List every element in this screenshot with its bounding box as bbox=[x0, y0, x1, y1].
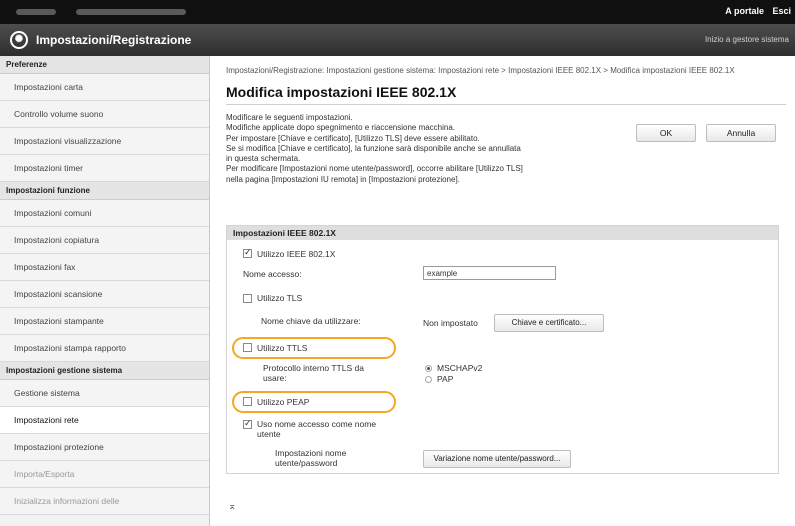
breadcrumb: Impostazioni/Registrazione: Impostazioni… bbox=[226, 66, 735, 75]
blurred-text bbox=[76, 9, 186, 15]
sidebar-item-printer[interactable]: Impostazioni stampante bbox=[0, 308, 209, 335]
user-pw-label-line: Impostazioni nome bbox=[275, 448, 347, 458]
sidebar: Preferenze Impostazioni carta Controllo … bbox=[0, 56, 210, 526]
key-name-label: Nome chiave da utilizzare: bbox=[261, 316, 361, 326]
blurred-text bbox=[16, 9, 56, 15]
description-line: Per impostare [Chiave e certificato], [U… bbox=[226, 133, 480, 143]
use-ttls-label: Utilizzo TTLS bbox=[257, 343, 308, 353]
cancel-button[interactable]: Annulla bbox=[706, 124, 776, 142]
sidebar-item-network[interactable]: Impostazioni rete bbox=[0, 407, 209, 434]
mschapv2-radio[interactable] bbox=[425, 365, 432, 372]
user-password-button[interactable]: Variazione nome utente/password... bbox=[423, 450, 571, 468]
sidebar-item-scan[interactable]: Impostazioni scansione bbox=[0, 281, 209, 308]
sidebar-item-security[interactable]: Impostazioni protezione bbox=[0, 434, 209, 461]
sidebar-item-system[interactable]: Gestione sistema bbox=[0, 380, 209, 407]
pap-radio[interactable] bbox=[425, 376, 432, 383]
description-line: in questa schermata. bbox=[226, 154, 301, 164]
key-name-value: Non impostato bbox=[423, 318, 478, 328]
page-title: Modifica impostazioni IEEE 802.1X bbox=[226, 84, 457, 100]
sidebar-item-timer[interactable]: Impostazioni timer bbox=[0, 155, 209, 182]
use-login-as-user-line: Uso nome accesso come nome bbox=[257, 419, 377, 429]
ok-button[interactable]: OK bbox=[636, 124, 696, 142]
login-name-label: Nome accesso: bbox=[243, 269, 302, 279]
sidebar-group-header: Preferenze bbox=[0, 56, 209, 74]
key-certificate-button[interactable]: Chiave e certificato... bbox=[494, 314, 604, 332]
use-tls-checkbox[interactable] bbox=[243, 294, 252, 303]
settings-logo-icon: ✺ bbox=[10, 31, 28, 49]
app-title: Impostazioni/Registrazione bbox=[36, 33, 192, 47]
mschapv2-label: MSCHAPv2 bbox=[437, 363, 483, 373]
use-login-as-user-checkbox[interactable] bbox=[243, 418, 252, 429]
use-login-as-user-label: Uso nome accesso come nome utente bbox=[257, 419, 376, 439]
sidebar-item-import-export[interactable]: Importa/Esporta bbox=[0, 461, 209, 488]
ttls-protocol-label-line: usare: bbox=[263, 373, 287, 383]
use-login-as-user-line: utente bbox=[257, 429, 281, 439]
description-line: nella pagina [Impostazioni IU remota] in… bbox=[226, 174, 460, 184]
back-to-top-icon[interactable]: ⌅ bbox=[228, 502, 236, 512]
divider bbox=[226, 104, 786, 105]
description: Modificare le seguenti impostazioni. Mod… bbox=[226, 113, 626, 185]
sidebar-group-header: Impostazioni funzione bbox=[0, 182, 209, 200]
description-line: Se si modifica [Chiave e certificato], l… bbox=[226, 143, 521, 153]
description-line: Modificare le seguenti impostazioni. bbox=[226, 113, 353, 122]
user-pw-label: Impostazioni nome utente/password bbox=[275, 448, 346, 468]
use-ieee-checkbox[interactable] bbox=[243, 247, 252, 258]
sidebar-item-common[interactable]: Impostazioni comuni bbox=[0, 200, 209, 227]
logout-link[interactable]: Esci bbox=[772, 6, 791, 16]
login-name-input[interactable] bbox=[423, 266, 556, 280]
sidebar-item-fax[interactable]: Impostazioni fax bbox=[0, 254, 209, 281]
sidebar-item-paper[interactable]: Impostazioni carta bbox=[0, 74, 209, 101]
sidebar-item-report[interactable]: Impostazioni stampa rapporto bbox=[0, 335, 209, 362]
home-link[interactable]: Inizio a gestore sistema bbox=[705, 35, 789, 44]
sidebar-item-copy[interactable]: Impostazioni copiatura bbox=[0, 227, 209, 254]
use-peap-label: Utilizzo PEAP bbox=[257, 397, 310, 407]
use-peap-checkbox[interactable] bbox=[243, 397, 252, 406]
ttls-protocol-label-line: Protocollo interno TTLS da bbox=[263, 363, 364, 373]
use-tls-label: Utilizzo TLS bbox=[257, 293, 303, 303]
portal-link[interactable]: A portale bbox=[725, 6, 764, 16]
title-bar: ✺ Impostazioni/Registrazione Inizio a ge… bbox=[0, 24, 795, 56]
sidebar-group-header: Impostazioni gestione sistema bbox=[0, 362, 209, 380]
pap-label: PAP bbox=[437, 374, 454, 384]
description-line: Modifiche applicate dopo spegnimento e r… bbox=[226, 123, 456, 133]
description-line: Per modificare [Impostazioni nome utente… bbox=[226, 164, 523, 174]
sidebar-item-initialize[interactable]: Inizializza informazioni delle bbox=[0, 488, 209, 515]
top-links: A portale Esci bbox=[719, 6, 791, 16]
ttls-protocol-label: Protocollo interno TTLS da usare: bbox=[263, 363, 364, 383]
user-pw-label-line: utente/password bbox=[275, 458, 338, 468]
sidebar-item-volume[interactable]: Controllo volume suono bbox=[0, 101, 209, 128]
top-bar: A portale Esci bbox=[0, 0, 795, 24]
use-ttls-checkbox[interactable] bbox=[243, 343, 252, 352]
use-ieee-label: Utilizzo IEEE 802.1X bbox=[257, 249, 336, 259]
section-header: Impostazioni IEEE 802.1X bbox=[227, 226, 778, 240]
sidebar-item-display[interactable]: Impostazioni visualizzazione bbox=[0, 128, 209, 155]
